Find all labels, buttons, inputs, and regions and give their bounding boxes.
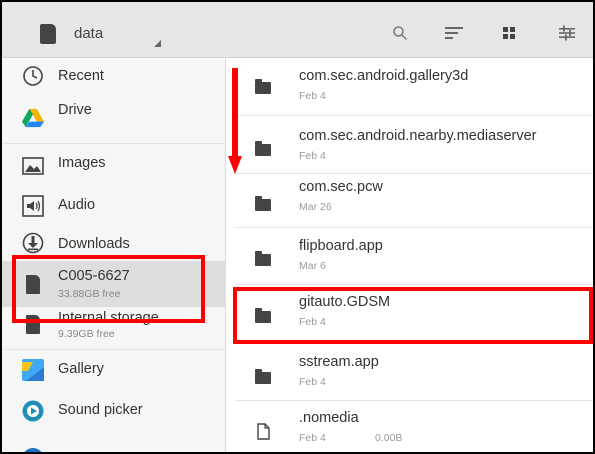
scroll-down-arrow-icon bbox=[228, 68, 242, 174]
sd-card-icon bbox=[40, 24, 56, 44]
settings-sliders-icon bbox=[559, 25, 575, 41]
file-row[interactable]: sstream.app Feb 4 bbox=[235, 344, 593, 402]
folder-icon bbox=[255, 196, 271, 211]
app-window: data Recent Drive Images Audio Downloads… bbox=[0, 0, 595, 454]
sidebar-item-images[interactable]: Images bbox=[2, 143, 226, 185]
settings-sliders-button[interactable] bbox=[555, 22, 579, 44]
file-date: Feb 4 bbox=[299, 150, 326, 162]
folder-icon bbox=[255, 79, 271, 94]
search-icon bbox=[393, 26, 408, 41]
folder-icon bbox=[255, 251, 271, 266]
document-icon bbox=[257, 423, 270, 440]
file-row[interactable]: flipboard.app Mar 6 bbox=[235, 228, 593, 286]
sidebar-item-drive[interactable]: Drive bbox=[2, 95, 226, 135]
storage-free-label: 9.39GB free bbox=[58, 328, 115, 340]
sort-button[interactable] bbox=[442, 22, 466, 44]
folder-icon bbox=[255, 369, 271, 384]
file-date: Feb 4 bbox=[299, 90, 326, 102]
sidebar-item-label: Sound picker bbox=[58, 402, 143, 418]
file-row[interactable]: com.sec.pcw Mar 26 bbox=[235, 174, 593, 232]
app-icon[interactable] bbox=[22, 448, 44, 452]
highlight-box-sidebar bbox=[12, 255, 205, 323]
sidebar-item-label: Gallery bbox=[58, 361, 104, 377]
sidebar-item-sound-picker[interactable]: Sound picker bbox=[2, 391, 226, 431]
file-date: Feb 4 bbox=[299, 432, 326, 444]
audio-icon bbox=[22, 195, 44, 217]
dropdown-indicator-icon[interactable] bbox=[154, 40, 161, 47]
drive-icon bbox=[22, 107, 44, 129]
file-date: Mar 6 bbox=[299, 260, 326, 272]
highlight-box-file bbox=[233, 287, 593, 344]
folder-icon bbox=[255, 141, 271, 156]
file-name: com.sec.pcw bbox=[299, 179, 383, 195]
file-name: .nomedia bbox=[299, 410, 359, 426]
file-date: Feb 4 bbox=[299, 376, 326, 388]
clock-icon bbox=[22, 65, 44, 87]
sidebar-item-label: Images bbox=[58, 155, 106, 171]
sidebar-item-label: Recent bbox=[58, 68, 104, 84]
sidebar-item-audio[interactable]: Audio bbox=[2, 185, 226, 227]
sidebar-item-label: Drive bbox=[58, 102, 92, 118]
sort-icon bbox=[445, 27, 463, 39]
gallery-icon bbox=[22, 359, 44, 381]
file-name: flipboard.app bbox=[299, 238, 383, 254]
file-list: com.sec.android.gallery3d Feb 4 com.sec.… bbox=[235, 59, 593, 452]
file-date: Mar 26 bbox=[299, 201, 332, 213]
file-row[interactable]: com.sec.android.nearby.mediaserver Feb 4 bbox=[235, 116, 593, 174]
search-button[interactable] bbox=[388, 22, 412, 44]
file-name: com.sec.android.nearby.mediaserver bbox=[299, 128, 537, 144]
grid-view-button[interactable] bbox=[497, 22, 521, 44]
file-row[interactable]: .nomedia Feb 4 0.00B bbox=[235, 401, 593, 452]
sidebar-item-gallery[interactable]: Gallery bbox=[2, 349, 226, 391]
download-icon bbox=[22, 232, 44, 254]
sidebar-item-label: Downloads bbox=[58, 236, 130, 252]
toolbar: data bbox=[2, 2, 593, 58]
toolbar-title[interactable]: data bbox=[74, 25, 103, 42]
file-name: sstream.app bbox=[299, 354, 379, 370]
file-size: 0.00B bbox=[375, 432, 403, 444]
grid-view-icon bbox=[503, 27, 515, 39]
file-name: com.sec.android.gallery3d bbox=[299, 68, 469, 84]
sidebar-item-recent[interactable]: Recent bbox=[2, 59, 226, 95]
sound-picker-icon bbox=[22, 400, 44, 422]
sidebar-item-label: Audio bbox=[58, 197, 96, 213]
image-icon bbox=[22, 155, 44, 177]
file-row[interactable]: com.sec.android.gallery3d Feb 4 bbox=[235, 59, 593, 117]
